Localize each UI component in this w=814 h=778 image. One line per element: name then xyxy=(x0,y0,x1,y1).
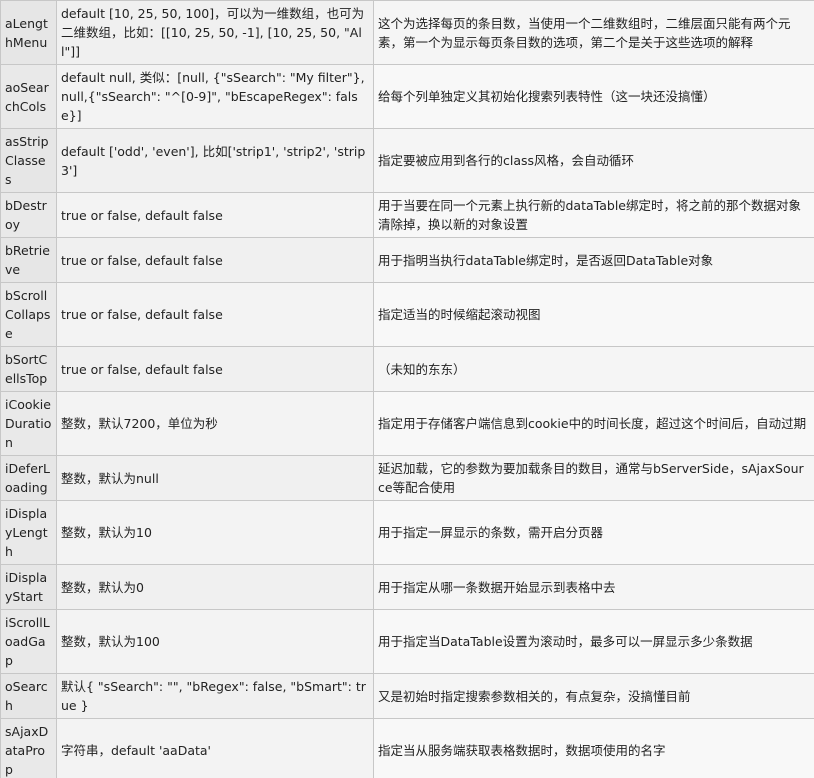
param-name-cell: aLengthMenu xyxy=(0,0,57,65)
param-name-cell: asStripClasses xyxy=(0,128,57,193)
table-row: iCookieDuration 整数，默认7200，单位为秒 指定用于存储客户端… xyxy=(0,391,814,456)
table-row: bDestroy true or false, default false 用于… xyxy=(0,192,814,238)
param-default-cell: default null, 类似：[null, {"sSearch": "My … xyxy=(56,64,374,129)
param-default-cell: 整数，默认7200，单位为秒 xyxy=(56,391,374,456)
table-row: iScrollLoadGap 整数，默认为100 用于指定当DataTable设… xyxy=(0,609,814,674)
param-default-cell: default ['odd', 'even'], 比如['strip1', 's… xyxy=(56,128,374,193)
param-default-cell: true or false, default false xyxy=(56,192,374,238)
param-default-cell: 字符串，default 'aaData' xyxy=(56,718,374,778)
param-name-cell: iScrollLoadGap xyxy=(0,609,57,674)
param-desc-cell: （未知的东东） xyxy=(373,346,814,392)
table-row: sAjaxDataProp 字符串，default 'aaData' 指定当从服… xyxy=(0,718,814,778)
param-name-cell: bRetrieve xyxy=(0,237,57,283)
table-row: iDeferLoading 整数，默认为null 延迟加载，它的参数为要加载条目… xyxy=(0,455,814,501)
param-desc-cell: 用于当要在同一个元素上执行新的dataTable绑定时，将之前的那个数据对象清除… xyxy=(373,192,814,238)
param-default-cell: true or false, default false xyxy=(56,237,374,283)
param-name-cell: sAjaxDataProp xyxy=(0,718,57,778)
parameter-table-body: aLengthMenu default [10, 25, 50, 100]，可以… xyxy=(0,0,814,778)
param-default-cell: 整数，默认为null xyxy=(56,455,374,501)
table-row: iDisplayStart 整数，默认为0 用于指定从哪一条数据开始显示到表格中… xyxy=(0,564,814,610)
param-desc-cell: 给每个列单独定义其初始化搜索列表特性（这一块还没搞懂） xyxy=(373,64,814,129)
param-desc-cell: 指定当从服务端获取表格数据时，数据项使用的名字 xyxy=(373,718,814,778)
param-name-cell: bDestroy xyxy=(0,192,57,238)
param-default-cell: 默认{ "sSearch": "", "bRegex": false, "bSm… xyxy=(56,673,374,719)
table-row: asStripClasses default ['odd', 'even'], … xyxy=(0,128,814,193)
param-desc-cell: 这个为选择每页的条目数，当使用一个二维数组时，二维层面只能有两个元素，第一个为显… xyxy=(373,0,814,65)
page: aLengthMenu default [10, 25, 50, 100]，可以… xyxy=(0,0,814,778)
param-default-cell: 整数，默认为0 xyxy=(56,564,374,610)
param-desc-cell: 延迟加载，它的参数为要加载条目的数目，通常与bServerSide，sAjaxS… xyxy=(373,455,814,501)
param-desc-cell: 指定要被应用到各行的class风格，会自动循环 xyxy=(373,128,814,193)
table-row: oSearch 默认{ "sSearch": "", "bRegex": fal… xyxy=(0,673,814,719)
param-name-cell: aoSearchCols xyxy=(0,64,57,129)
param-name-cell: iDisplayLength xyxy=(0,500,57,565)
param-default-cell: 整数，默认为10 xyxy=(56,500,374,565)
param-name-cell: bScrollCollapse xyxy=(0,282,57,347)
table-row: aLengthMenu default [10, 25, 50, 100]，可以… xyxy=(0,0,814,65)
param-desc-cell: 用于指定当DataTable设置为滚动时，最多可以一屏显示多少条数据 xyxy=(373,609,814,674)
table-row: aoSearchCols default null, 类似：[null, {"s… xyxy=(0,64,814,129)
param-name-cell: iCookieDuration xyxy=(0,391,57,456)
table-row: bRetrieve true or false, default false 用… xyxy=(0,237,814,283)
param-desc-cell: 用于指明当执行dataTable绑定时，是否返回DataTable对象 xyxy=(373,237,814,283)
table-row: bScrollCollapse true or false, default f… xyxy=(0,282,814,347)
param-default-cell: true or false, default false xyxy=(56,346,374,392)
param-name-cell: bSortCellsTop xyxy=(0,346,57,392)
param-desc-cell: 指定用于存储客户端信息到cookie中的时间长度，超过这个时间后，自动过期 xyxy=(373,391,814,456)
param-name-cell: iDisplayStart xyxy=(0,564,57,610)
param-desc-cell: 又是初始时指定搜索参数相关的，有点复杂，没搞懂目前 xyxy=(373,673,814,719)
param-desc-cell: 指定适当的时候缩起滚动视图 xyxy=(373,282,814,347)
param-default-cell: true or false, default false xyxy=(56,282,374,347)
param-default-cell: 整数，默认为100 xyxy=(56,609,374,674)
param-default-cell: default [10, 25, 50, 100]，可以为一维数组，也可为二维数… xyxy=(56,0,374,65)
param-desc-cell: 用于指定从哪一条数据开始显示到表格中去 xyxy=(373,564,814,610)
param-name-cell: iDeferLoading xyxy=(0,455,57,501)
table-row: iDisplayLength 整数，默认为10 用于指定一屏显示的条数，需开启分… xyxy=(0,500,814,565)
param-desc-cell: 用于指定一屏显示的条数，需开启分页器 xyxy=(373,500,814,565)
table-row: bSortCellsTop true or false, default fal… xyxy=(0,346,814,392)
param-name-cell: oSearch xyxy=(0,673,57,719)
parameter-table: aLengthMenu default [10, 25, 50, 100]，可以… xyxy=(0,0,814,778)
